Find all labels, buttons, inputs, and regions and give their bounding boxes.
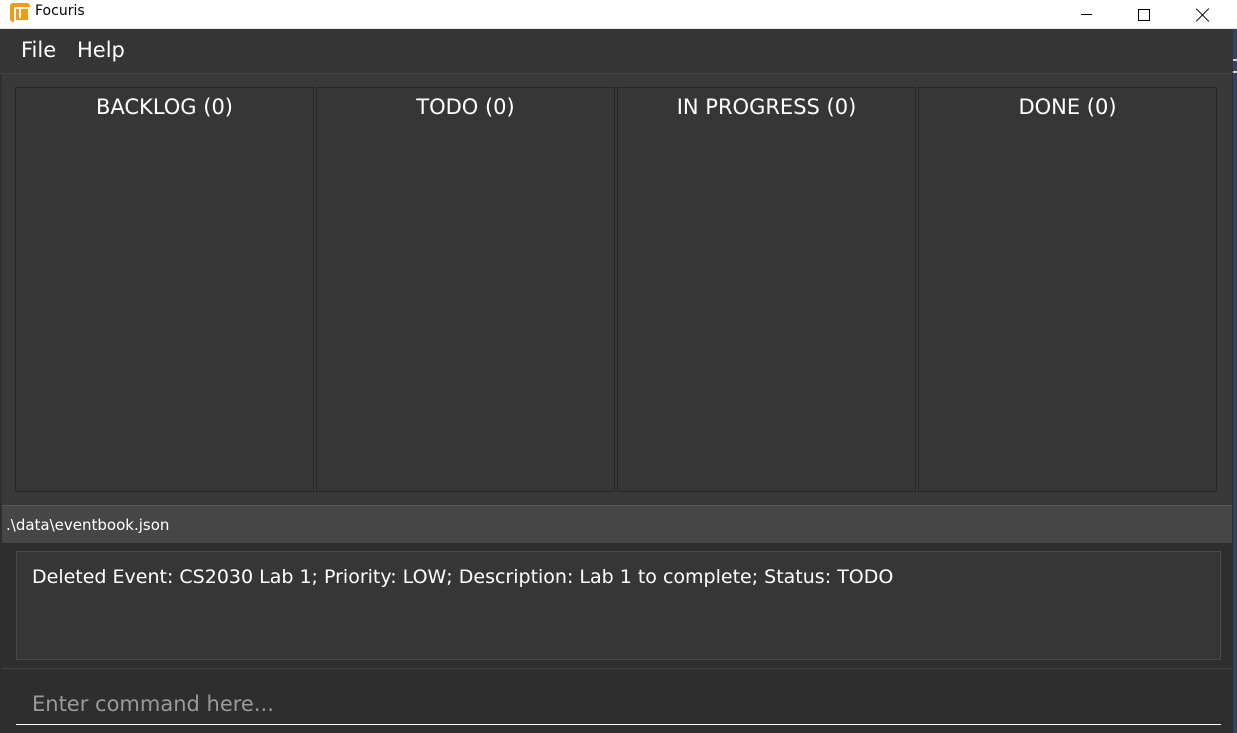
window-title: Focuris <box>35 3 85 19</box>
maximize-icon <box>1138 8 1150 21</box>
menu-file[interactable]: File <box>21 38 56 62</box>
command-input[interactable] <box>16 683 1221 725</box>
save-file-path: .\data\eventbook.json <box>6 516 170 534</box>
app-logo-icon <box>10 3 30 22</box>
close-icon <box>1196 8 1210 22</box>
maximize-button[interactable] <box>1115 0 1173 29</box>
column-todo: TODO (0) <box>316 87 615 492</box>
close-button[interactable] <box>1174 0 1232 29</box>
result-box[interactable]: Deleted Event: CS2030 Lab 1; Priority: L… <box>16 551 1221 660</box>
column-title: DONE (0) <box>1018 95 1117 119</box>
background-window-edge <box>1233 29 1237 733</box>
column-title: BACKLOG (0) <box>95 95 233 119</box>
title-bar: Focuris <box>0 0 1237 29</box>
menu-bar: File Help <box>0 29 1233 74</box>
result-message: Deleted Event: CS2030 Lab 1; Priority: L… <box>32 566 894 588</box>
column-done: DONE (0) <box>918 87 1217 492</box>
result-display: Deleted Event: CS2030 Lab 1; Priority: L… <box>2 543 1232 667</box>
column-title: TODO (0) <box>416 95 515 119</box>
minimize-icon <box>1080 14 1092 15</box>
command-box <box>2 668 1232 733</box>
minimize-button[interactable] <box>1057 0 1115 29</box>
status-bar: .\data\eventbook.json <box>2 505 1232 543</box>
column-title: IN PROGRESS (0) <box>676 95 857 119</box>
kanban-board: BACKLOG (0) TODO (0) IN PROGRESS (0) DON… <box>2 74 1232 505</box>
column-in-progress: IN PROGRESS (0) <box>617 87 916 492</box>
column-backlog: BACKLOG (0) <box>15 87 314 492</box>
menu-help[interactable]: Help <box>77 38 125 62</box>
app-window: File Help BACKLOG (0) TODO (0) IN PROGRE… <box>0 29 1233 733</box>
